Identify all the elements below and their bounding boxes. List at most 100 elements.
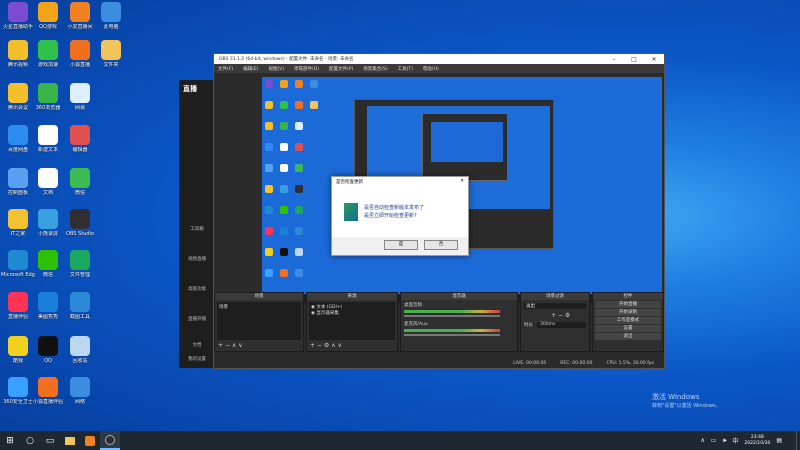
remove-transition-icon[interactable]: − [558,312,563,319]
scenes-list[interactable]: 场景 [217,302,301,340]
menu-scene-collection[interactable]: 场景集合(S) [363,66,387,72]
desktop-icon[interactable]: Microsoft Edge [1,250,35,290]
preview-mini-icon [265,269,273,277]
chevron-up-icon[interactable]: ∧ [701,437,705,444]
remove-scene-icon[interactable]: − [225,342,230,349]
desktop-icon[interactable]: 文件管理 [63,250,97,290]
desktop-icon[interactable]: 编辑器 [63,125,97,165]
desktop-icon-label: IT之家 [10,231,26,237]
desktop-icon[interactable]: 腾讯会议 [1,83,35,123]
desktop-icon[interactable]: 网络 [63,377,97,417]
gear-icon[interactable]: ⚙ [565,312,570,319]
move-down-icon[interactable]: ∨ [338,342,342,349]
sources-list[interactable]: ◉ 文本 (GDI+) ◉ 显示器采集 [309,302,395,340]
maximize-icon[interactable]: □ [624,56,644,63]
show-desktop-button[interactable] [796,431,800,450]
exit-button[interactable]: 退出 [595,333,661,340]
dialog-titlebar: 是否检查更新 ✕ [332,177,468,187]
folder-icon [101,40,121,60]
menu-view[interactable]: 视图(V) [268,66,284,72]
ime-indicator[interactable]: 中 [732,436,738,445]
duration-input[interactable]: 300ms [537,322,586,328]
menu-help[interactable]: 帮助(H) [423,66,439,72]
desktop-icon[interactable]: OBS Studio [63,209,97,249]
taskbar-explorer-icon[interactable] [60,431,80,450]
desktop-icon[interactable]: 美图秀秀 [31,292,65,332]
add-source-icon[interactable]: + [310,342,315,349]
desktop-icon[interactable]: 360浏览器 [31,83,65,123]
desktop-icon[interactable]: 截图工具 [63,292,97,332]
desktop-icon[interactable]: QQ [31,336,65,376]
volume-slider[interactable] [404,334,500,336]
desktop-icon[interactable]: 控制面板 [1,168,35,208]
desktop-icon-label: OBS Studio [66,231,94,237]
desktop-icon[interactable]: IT之家 [1,209,35,249]
start-recording-button[interactable]: 开始录制 [595,309,661,316]
preview-mini-icon [265,206,273,214]
notification-icon[interactable]: ▤ [776,437,782,444]
desktop-icon[interactable]: 小狐直播 [63,40,97,80]
desktop-icon[interactable]: 网易 [63,83,97,123]
desktop-icon[interactable]: 文件夹 [94,40,128,80]
studio-mode-button[interactable]: 工作室模式 [595,317,661,324]
menu-edit[interactable]: 编辑(E) [243,66,258,72]
volume-icon[interactable]: 🕪 [723,437,727,445]
desktop-icon[interactable]: 小狐直播伴侣 [31,377,65,417]
add-scene-icon[interactable]: + [218,342,223,349]
move-down-icon[interactable]: ∨ [238,342,242,349]
bin-icon [70,336,90,356]
move-up-icon[interactable]: ∧ [331,342,335,349]
desktop-icon[interactable]: 新建文本 [31,125,65,165]
desktop-icon[interactable]: 腾讯视频 [1,40,35,80]
source-item[interactable]: ◉ 显示器采集 [311,310,393,316]
close-icon[interactable]: ✕ [460,179,464,185]
volume-slider[interactable] [404,315,500,317]
desktop-icon[interactable]: 微信 [31,250,65,290]
settings-button[interactable]: 设置 [595,325,661,332]
gear-icon[interactable]: ⚙ [324,342,329,349]
remove-source-icon[interactable]: − [317,342,322,349]
transition-select[interactable]: 淡出 [524,303,586,309]
taskbar-obs-icon[interactable] [100,431,120,450]
desktop-icon[interactable]: 回收站 [63,336,97,376]
sidebar-item-golive[interactable]: 直播开播 [182,316,212,322]
close-icon[interactable]: ✕ [644,56,664,63]
sidebar-item-toolbox[interactable]: 工具箱 [182,226,212,232]
desktop-icon[interactable]: 此电脑 [94,2,128,42]
desktop-icon[interactable]: 微信 [63,168,97,208]
menu-profile[interactable]: 配置文件(P) [329,66,353,72]
windows-start-icon[interactable]: ⊞ [0,431,20,450]
desktop-icon[interactable]: 百度网盘 [1,125,35,165]
desktop-icon[interactable]: 小爱直播间 [63,2,97,42]
add-transition-icon[interactable]: + [551,312,556,319]
desktop-icon-label: 小熊录屏 [37,231,58,237]
search-icon[interactable]: ○ [20,431,40,450]
yes-button[interactable]: 是 [384,240,418,250]
taskbar-streaming-app-icon[interactable] [80,431,100,450]
scene-item[interactable]: 场景 [219,304,299,310]
task-view-icon[interactable]: ▭ [40,431,60,450]
menu-tools[interactable]: 工具(T) [398,66,413,72]
start-streaming-button[interactable]: 开始直播 [595,301,661,308]
obs-menubar: 文件(F) 编辑(E) 视图(V) 停靠部件(D) 配置文件(P) 场景集合(S… [214,64,664,73]
move-up-icon[interactable]: ∧ [232,342,236,349]
desktop-icon[interactable]: 文档 [31,168,65,208]
menu-file[interactable]: 文件(F) [218,66,233,72]
no-button[interactable]: 否 [424,240,458,250]
clock[interactable]: 23:48 2022/10/30 [744,435,770,447]
desktop-icon[interactable]: 直播伴侣 [1,292,35,332]
desktop-icon[interactable]: QQ游戏 [31,2,65,42]
sidebar-item-docs[interactable]: 文档 [182,342,212,348]
desktop-icon[interactable]: 酷我 [1,336,35,376]
desktop-icon[interactable]: 小熊录屏 [31,209,65,249]
minimize-icon[interactable]: – [604,56,624,63]
taskbar: ⊞ ○ ▭ ∧ ▭ 🕪 中 23:48 2022/10/30 ▤ [0,431,800,450]
menu-docks[interactable]: 停靠部件(D) [294,66,319,72]
desktop-icon[interactable]: 360安全卫士 [1,377,35,417]
network-icon[interactable]: ▭ [711,437,717,444]
sidebar-item-video[interactable]: 视频直播 [182,256,212,262]
desktop-icon[interactable]: 火星直播助手 [1,2,35,42]
sidebar-item-settings[interactable]: 我的设置 [182,356,212,362]
desktop-icon[interactable]: 游戏加速 [31,40,65,80]
sidebar-item-advanced[interactable]: 高级功能 [182,286,212,292]
